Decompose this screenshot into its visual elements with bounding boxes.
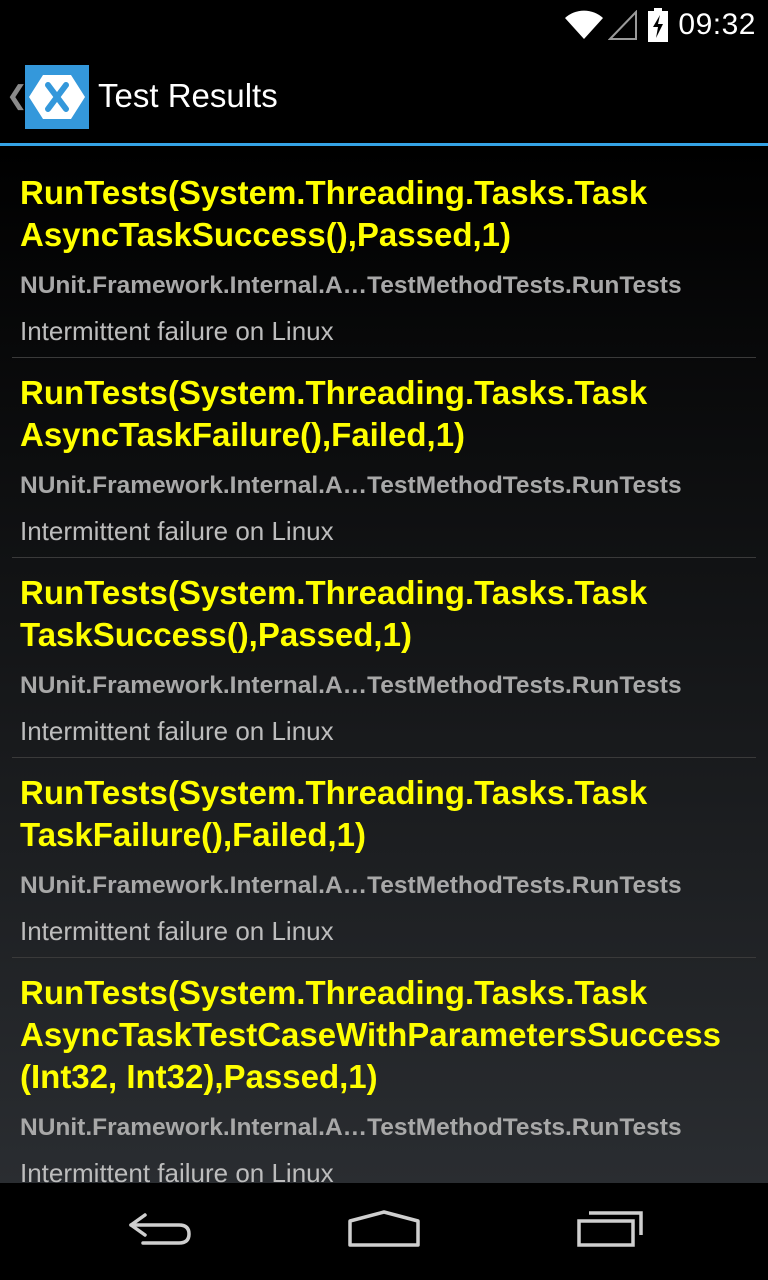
result-subtitle: NUnit.Framework.Internal.A…TestMethodTes… [20,472,682,499]
result-subtitle: NUnit.Framework.Internal.A…TestMethodTes… [20,672,682,699]
signal-icon [608,10,638,40]
list-item[interactable]: RunTests(System.Threading.Tasks.Task Asy… [0,358,768,557]
wifi-icon [564,10,604,40]
home-icon [347,1209,421,1254]
xamarin-logo-icon[interactable] [25,65,89,129]
result-subtitle: NUnit.Framework.Internal.A…TestMethodTes… [20,272,682,299]
status-clock: 09:32 [678,8,756,41]
results-list[interactable]: RunTests(System.Threading.Tasks.Task Asy… [0,146,768,1183]
list-item[interactable]: RunTests(System.Threading.Tasks.Task Asy… [0,146,768,357]
back-button[interactable] [80,1183,240,1280]
recents-icon [575,1209,645,1254]
result-title: RunTests(System.Threading.Tasks.Task Asy… [20,974,722,1095]
recents-button[interactable] [530,1183,690,1280]
result-message: Intermittent failure on Linux [20,516,334,546]
status-bar: 09:32 [0,0,768,50]
result-subtitle: NUnit.Framework.Internal.A…TestMethodTes… [20,872,682,899]
screen: 09:32 ❮ Test Results RunTests(System.Thr… [0,0,768,1280]
result-title: RunTests(System.Threading.Tasks.Task Asy… [20,374,648,453]
status-icons: 09:32 [564,0,756,50]
result-subtitle: NUnit.Framework.Internal.A…TestMethodTes… [20,1114,682,1141]
result-message: Intermittent failure on Linux [20,716,334,746]
action-bar: ❮ Test Results [0,50,768,143]
home-button[interactable] [304,1183,464,1280]
result-message: Intermittent failure on Linux [20,316,334,346]
result-message: Intermittent failure on Linux [20,916,334,946]
result-title: RunTests(System.Threading.Tasks.Task Tas… [20,774,648,853]
battery-charging-icon [648,8,669,42]
list-item[interactable]: RunTests(System.Threading.Tasks.Task Tas… [0,758,768,957]
back-icon [125,1209,195,1254]
list-item[interactable]: RunTests(System.Threading.Tasks.Task Asy… [0,958,768,1183]
navigation-bar [0,1183,768,1280]
page-title: Test Results [98,77,278,114]
result-message: Intermittent failure on Linux [20,1158,334,1183]
result-title: RunTests(System.Threading.Tasks.Task Asy… [20,174,648,253]
list-item[interactable]: RunTests(System.Threading.Tasks.Task Tas… [0,558,768,757]
result-title: RunTests(System.Threading.Tasks.Task Tas… [20,574,648,653]
